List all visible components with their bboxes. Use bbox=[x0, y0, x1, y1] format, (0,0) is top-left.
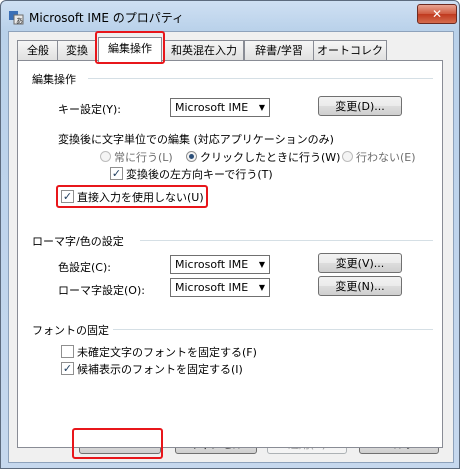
ime-app-icon: あ bbox=[9, 11, 24, 25]
tab-dictionary-label: 辞書/学習 bbox=[255, 44, 303, 57]
romaji-color-group-title: ローマ字/色の設定 bbox=[32, 235, 124, 248]
color-change-button[interactable]: 変更(V)... bbox=[318, 253, 402, 273]
color-setting-value: Microsoft IME bbox=[175, 258, 249, 271]
close-icon: ✕ bbox=[431, 7, 443, 21]
svg-text:あ: あ bbox=[16, 17, 23, 25]
radio-always[interactable] bbox=[100, 151, 111, 162]
edit-ops-divider bbox=[88, 78, 433, 79]
romaji-setting-select[interactable]: Microsoft IME ▼ bbox=[170, 278, 270, 297]
tab-panel-edit-operations: 編集操作 キー設定(Y): Microsoft IME ▼ 変更(D)... 変… bbox=[17, 60, 443, 448]
direct-input-checkbox[interactable]: ✓ bbox=[61, 190, 74, 203]
checkmark-icon: ✓ bbox=[62, 190, 73, 203]
romaji-color-divider bbox=[140, 240, 433, 241]
window-title: Microsoft IME のプロパティ bbox=[29, 11, 184, 25]
radio-on-click-label: クリックしたときに行う(W) bbox=[200, 151, 341, 164]
tab-edit-operations[interactable]: 編集操作 bbox=[98, 37, 162, 62]
tab-conversion[interactable]: 変換 bbox=[57, 40, 97, 61]
left-right-key-label: 変換後の左方向キーで行う(T) bbox=[126, 168, 273, 181]
chevron-down-icon: ▼ bbox=[258, 103, 265, 112]
unconfirmed-font-label: 未確定文字のフォントを固定する(F) bbox=[77, 346, 257, 359]
tab-dictionary[interactable]: 辞書/学習 bbox=[244, 40, 314, 61]
properties-dialog: あ Microsoft IME のプロパティ ✕ 全般 変換 編集操作 和英混在… bbox=[0, 0, 460, 469]
convert-edit-label: 変換後に文字単位での編集 (対応アプリケーションのみ) bbox=[58, 133, 334, 146]
font-fix-divider bbox=[113, 329, 433, 330]
radio-always-label: 常に行う(L) bbox=[114, 151, 173, 164]
font-fix-group-title: フォントの固定 bbox=[32, 324, 109, 337]
radio-on-click[interactable] bbox=[186, 151, 197, 162]
radio-never[interactable] bbox=[342, 151, 353, 162]
tab-general-label: 全般 bbox=[27, 44, 49, 57]
direct-input-label: 直接入力を使用しない(U) bbox=[77, 191, 204, 204]
title-bar[interactable]: あ Microsoft IME のプロパティ ✕ bbox=[1, 1, 459, 31]
checkmark-icon: ✓ bbox=[62, 362, 73, 375]
checkmark-icon: ✓ bbox=[111, 167, 122, 180]
candidate-font-checkbox[interactable]: ✓ bbox=[61, 362, 74, 375]
candidate-font-label: 候補表示のフォントを固定する(I) bbox=[77, 363, 243, 376]
romaji-setting-label: ローマ字設定(O): bbox=[58, 284, 145, 297]
tab-mixed-input-label: 和英混在入力 bbox=[171, 44, 237, 57]
romaji-change-button[interactable]: 変更(N)... bbox=[318, 276, 402, 296]
key-setting-label: キー設定(Y): bbox=[58, 103, 122, 116]
tab-mixed-input[interactable]: 和英混在入力 bbox=[164, 40, 244, 61]
radio-never-label: 行わない(E) bbox=[356, 151, 416, 164]
dialog-client-area: 全般 変換 編集操作 和英混在入力 辞書/学習 オートコレクト 編集操作 キー設… bbox=[8, 31, 454, 463]
key-setting-select[interactable]: Microsoft IME ▼ bbox=[170, 98, 270, 117]
romaji-setting-value: Microsoft IME bbox=[175, 281, 249, 294]
tab-edit-operations-label: 編集操作 bbox=[108, 42, 152, 55]
color-setting-select[interactable]: Microsoft IME ▼ bbox=[170, 255, 270, 274]
unconfirmed-font-checkbox[interactable] bbox=[61, 345, 74, 358]
chevron-down-icon: ▼ bbox=[258, 283, 265, 292]
tab-conversion-label: 変換 bbox=[66, 44, 88, 57]
edit-ops-group-title: 編集操作 bbox=[32, 73, 76, 86]
key-setting-value: Microsoft IME bbox=[175, 101, 249, 114]
key-setting-change-button[interactable]: 変更(D)... bbox=[318, 96, 402, 116]
tab-general[interactable]: 全般 bbox=[17, 40, 59, 61]
close-button[interactable]: ✕ bbox=[417, 4, 457, 24]
color-setting-label: 色設定(C): bbox=[58, 261, 111, 274]
left-right-key-checkbox[interactable]: ✓ bbox=[110, 167, 123, 180]
tab-autocorrect[interactable]: オートコレクト bbox=[313, 40, 387, 77]
chevron-down-icon: ▼ bbox=[258, 260, 265, 269]
